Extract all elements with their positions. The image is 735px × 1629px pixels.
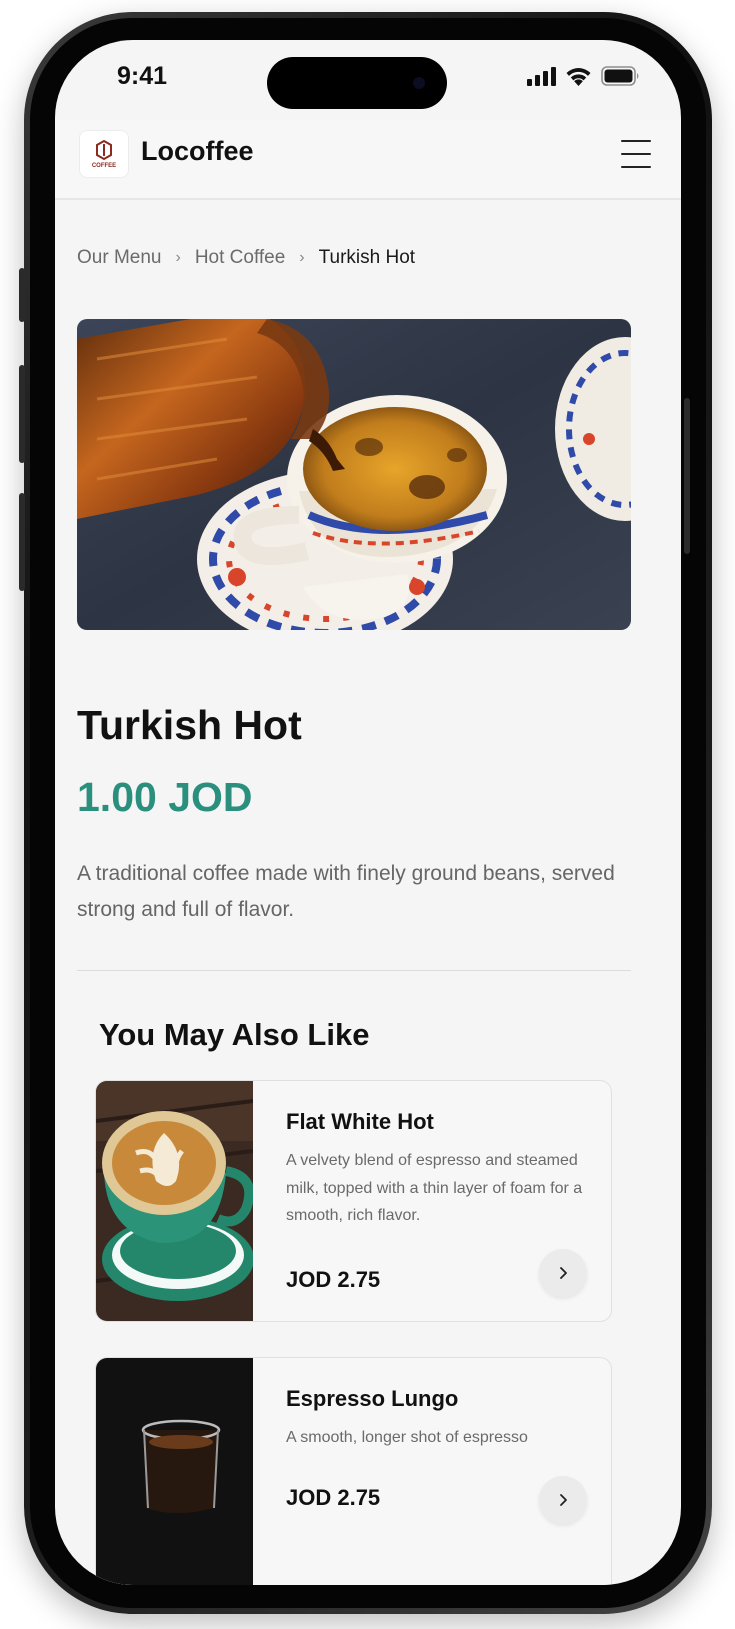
dynamic-island [267, 57, 447, 109]
breadcrumb-our-menu[interactable]: Our Menu [77, 247, 161, 269]
turkish-coffee-illustration [77, 319, 631, 630]
recommendations-title: You May Also Like [99, 1017, 370, 1052]
hamburger-menu-icon[interactable] [621, 140, 651, 168]
recommendation-card-flat-white[interactable]: Flat White Hot A velvety blend of espres… [95, 1080, 612, 1322]
logo-caption: COFFEE [91, 162, 117, 169]
recommendation-card-espresso-lungo[interactable]: Espresso Lungo A smooth, longer shot of … [95, 1357, 612, 1585]
view-item-button[interactable] [539, 1476, 587, 1524]
chevron-right-icon [560, 1267, 567, 1279]
action-button [19, 268, 25, 322]
device-mockup: 9:41 COFFEE Locoffee Our Menu › Hot Coff… [0, 0, 735, 1629]
volume-up-button [19, 365, 25, 463]
recommendation-name: Espresso Lungo [286, 1386, 459, 1411]
product-title: Turkish Hot [77, 702, 302, 748]
recommendation-description: A velvety blend of espresso and steamed … [286, 1152, 583, 1224]
status-bar: 9:41 [55, 40, 681, 120]
chevron-right-icon: › [175, 249, 181, 266]
brand-logo[interactable]: COFFEE [79, 130, 129, 178]
power-button [684, 398, 690, 554]
product-image [77, 319, 631, 630]
product-price: 1.00 JOD [77, 774, 253, 820]
breadcrumb-hot-coffee[interactable]: Hot Coffee [195, 247, 285, 269]
cellular-signal-icon [527, 66, 556, 86]
flat-white-image [96, 1081, 253, 1321]
phone-screen: 9:41 COFFEE Locoffee Our Menu › Hot Coff… [55, 40, 681, 1585]
recommendation-description: A smooth, longer shot of espresso [286, 1429, 528, 1446]
recommendation-name: Flat White Hot [286, 1109, 434, 1134]
status-icons [527, 66, 641, 86]
menu-line [621, 153, 651, 155]
menu-line [621, 166, 651, 168]
chevron-right-icon [560, 1494, 567, 1506]
espresso-lungo-image [96, 1358, 253, 1585]
view-item-button[interactable] [539, 1249, 587, 1297]
brand-name[interactable]: Locoffee [141, 136, 254, 167]
cup-logo-icon [96, 139, 112, 160]
section-divider [77, 970, 631, 971]
status-time: 9:41 [117, 62, 168, 90]
menu-line [621, 140, 651, 142]
breadcrumb-current: Turkish Hot [318, 247, 416, 268]
wifi-icon [566, 68, 591, 86]
recommendation-price: JOD 2.75 [286, 1267, 381, 1292]
breadcrumb: Our Menu › Hot Coffee › Turkish Hot [77, 247, 415, 269]
chevron-right-icon: › [299, 249, 305, 266]
battery-icon [601, 66, 639, 86]
front-camera [413, 77, 425, 89]
recommendation-price: JOD 2.75 [286, 1485, 381, 1510]
product-description: A traditional coffee made with finely gr… [77, 862, 615, 921]
volume-down-button [19, 493, 25, 591]
app-header: COFFEE Locoffee [55, 120, 681, 200]
